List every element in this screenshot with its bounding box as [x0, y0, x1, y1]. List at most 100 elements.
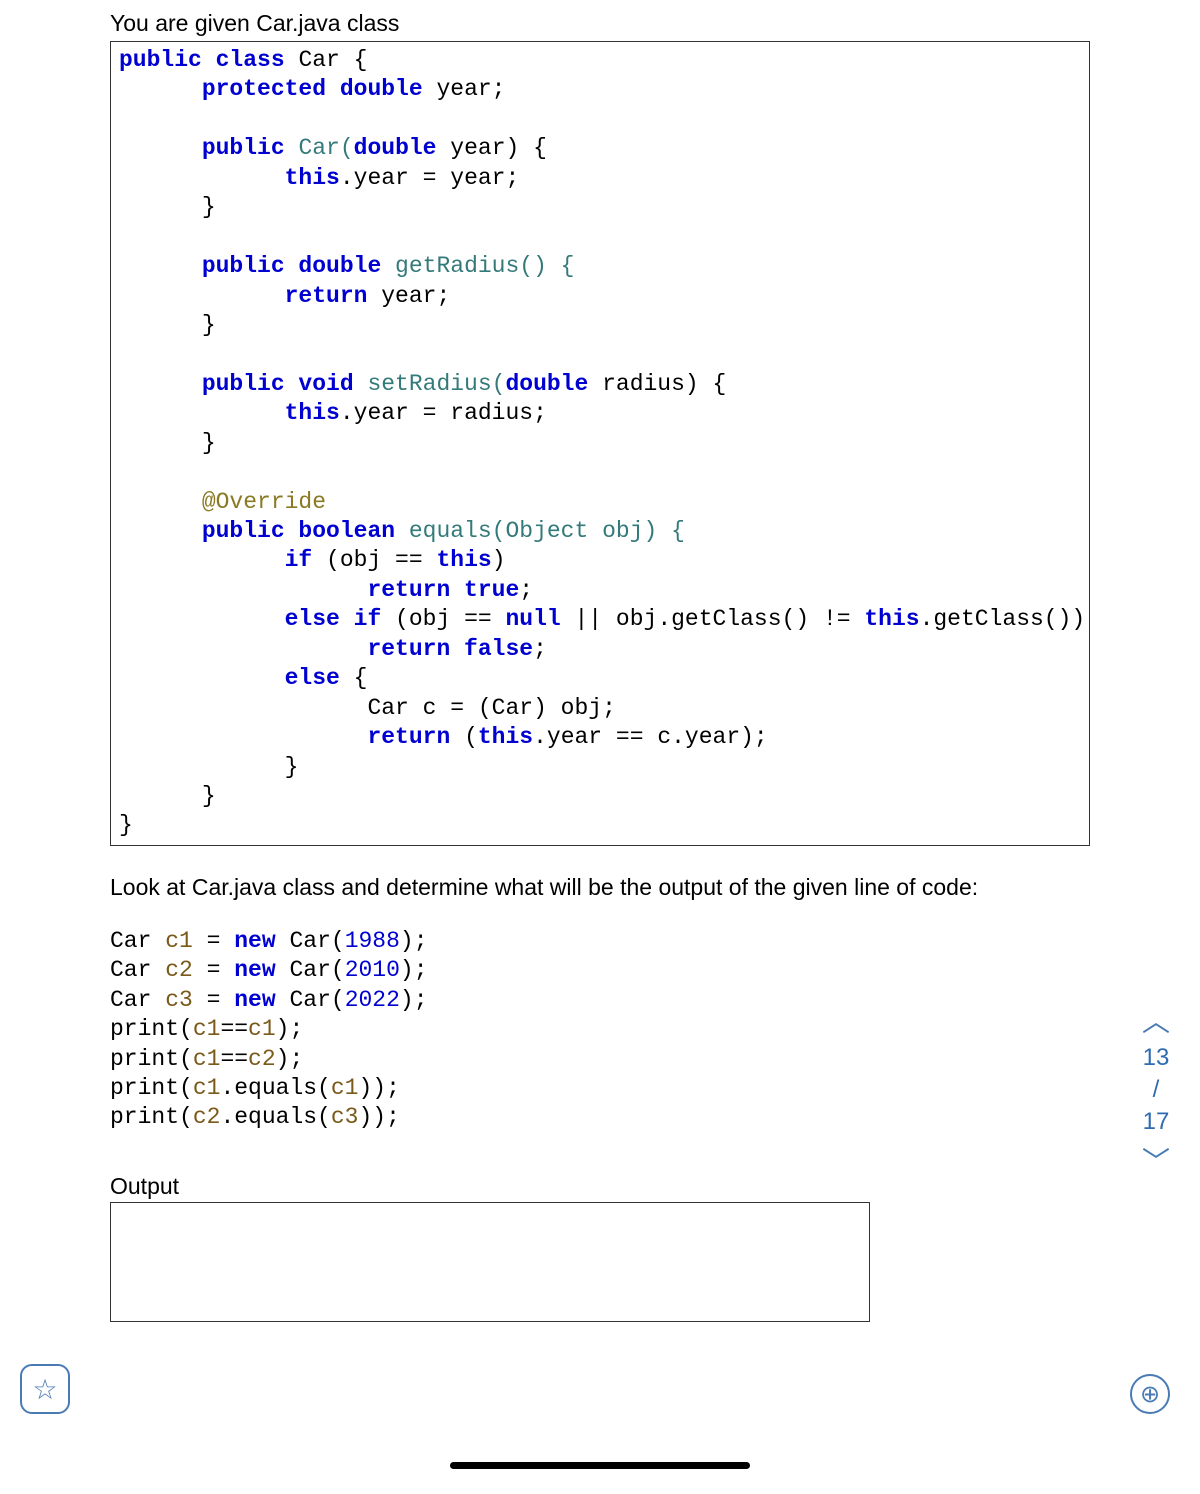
code-token: .getClass())	[920, 606, 1086, 632]
code-token: }	[119, 783, 216, 809]
code-token: this	[478, 724, 533, 750]
code-token: c3	[331, 1104, 359, 1130]
code-box-car-java: public class Car { protected double year…	[110, 41, 1090, 846]
code-token: c1	[248, 1016, 276, 1042]
output-label: Output	[110, 1173, 1090, 1200]
code-token: =	[193, 987, 234, 1013]
total-pages: 17	[1143, 1108, 1170, 1136]
zoom-in-icon: ⊕	[1140, 1380, 1160, 1409]
code-token: year;	[423, 76, 506, 102]
next-page-button[interactable]: ﹀	[1142, 1140, 1170, 1180]
code-token: =	[193, 928, 234, 954]
code-token: this	[119, 165, 340, 191]
code-token: }	[119, 754, 298, 780]
code-token: Car	[110, 987, 165, 1013]
code-token: public double	[119, 253, 381, 279]
code-token: (	[450, 724, 478, 750]
code-token: public boolean	[119, 518, 395, 544]
code-token: c3	[165, 987, 193, 1013]
output-input-box[interactable]	[110, 1202, 870, 1322]
code-token: c2	[248, 1046, 276, 1072]
code-token: Car(	[285, 135, 354, 161]
code-token: 1988	[345, 928, 400, 954]
code-token: ;	[519, 577, 533, 603]
code-token: ==	[220, 1046, 248, 1072]
page-navigator: ︿ 13 / 17 ﹀	[1142, 1000, 1170, 1180]
code-token: (obj ==	[312, 547, 436, 573]
code-token: equals(Object obj) {	[395, 518, 685, 544]
bookmark-button[interactable]: ☆	[20, 1364, 70, 1414]
code-token: this	[436, 547, 491, 573]
code-token: getRadius() {	[381, 253, 574, 279]
code-token: c1	[165, 928, 193, 954]
code-token: {	[340, 665, 368, 691]
code-token: }	[119, 194, 216, 220]
code-token: public class	[119, 47, 285, 73]
code-token: Car(	[276, 957, 345, 983]
code-token: else	[119, 665, 340, 691]
code-token: Car(	[276, 987, 345, 1013]
code-token: null	[505, 606, 560, 632]
code-token: )	[492, 547, 506, 573]
code-token: );	[400, 928, 428, 954]
code-token: year;	[367, 283, 450, 309]
code-token: print(	[110, 1104, 193, 1130]
code-token: return true	[119, 577, 519, 603]
code-token: double	[354, 135, 437, 161]
code-token: ));	[358, 1075, 399, 1101]
code-token: 2022	[345, 987, 400, 1013]
code-token: c1	[193, 1016, 221, 1042]
code-usage: Car c1 = new Car(1988); Car c2 = new Car…	[110, 927, 1090, 1133]
code-token: this	[864, 606, 919, 632]
code-token: public void	[119, 371, 354, 397]
intro-text: You are given Car.java class	[110, 10, 1090, 37]
code-token: );	[400, 987, 428, 1013]
code-token: Car	[110, 928, 165, 954]
code-token: }	[119, 430, 216, 456]
code-token: Car {	[285, 47, 368, 73]
code-token: 2010	[345, 957, 400, 983]
code-token: Car c = (Car) obj;	[119, 695, 616, 721]
code-token: print(	[110, 1016, 193, 1042]
current-page: 13	[1143, 1044, 1170, 1072]
code-token: .equals(	[220, 1075, 330, 1101]
code-token: .year = radius;	[340, 400, 547, 426]
home-indicator	[450, 1462, 750, 1469]
prev-page-button[interactable]: ︿	[1142, 1000, 1170, 1040]
code-token: this	[119, 400, 340, 426]
code-token: double	[505, 371, 588, 397]
code-token: protected double	[119, 76, 423, 102]
code-token: return false	[119, 636, 533, 662]
code-token: public	[119, 135, 285, 161]
code-token: || obj.getClass() !=	[561, 606, 865, 632]
code-token: c1	[193, 1046, 221, 1072]
code-token: );	[276, 1016, 304, 1042]
code-token: new	[234, 928, 275, 954]
code-token: c2	[165, 957, 193, 983]
code-token: }	[119, 312, 216, 338]
code-token: =	[193, 957, 234, 983]
code-token: radius) {	[588, 371, 726, 397]
code-token: print(	[110, 1046, 193, 1072]
code-token: @Override	[119, 489, 326, 515]
question-text: Look at Car.java class and determine wha…	[110, 874, 1090, 901]
code-token: }	[119, 812, 133, 838]
code-token: new	[234, 987, 275, 1013]
code-token: Car(	[276, 928, 345, 954]
code-token: return	[119, 724, 450, 750]
code-token: .year == c.year);	[533, 724, 768, 750]
code-token: if	[119, 547, 312, 573]
code-token: else if	[119, 606, 381, 632]
code-token: new	[234, 957, 275, 983]
page-separator: /	[1153, 1076, 1160, 1104]
code-token: .equals(	[220, 1104, 330, 1130]
zoom-in-button[interactable]: ⊕	[1130, 1374, 1170, 1414]
code-token: c1	[331, 1075, 359, 1101]
code-token: return	[119, 283, 367, 309]
code-token: c2	[193, 1104, 221, 1130]
code-token: (obj ==	[381, 606, 505, 632]
code-token: ;	[533, 636, 547, 662]
code-token: year) {	[436, 135, 546, 161]
code-token: ==	[220, 1016, 248, 1042]
code-token: );	[276, 1046, 304, 1072]
